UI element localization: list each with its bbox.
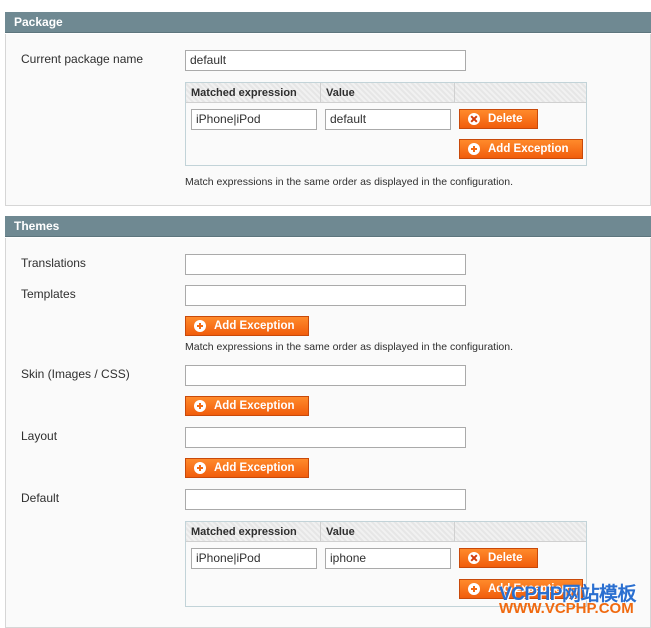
delete-icon: [468, 113, 480, 125]
delete-icon: [468, 552, 480, 564]
layout-label: Layout: [21, 429, 58, 443]
watermark-url: WWW.VCPHP.COM: [499, 600, 634, 617]
add-icon: [468, 583, 480, 595]
package-delete-label: Delete: [488, 113, 523, 125]
themes-section-title: Themes: [14, 219, 60, 233]
add-icon: [194, 400, 206, 412]
templates-label: Templates: [21, 287, 76, 301]
templates-add-exception-button[interactable]: Add Exception: [185, 316, 309, 336]
skin-add-exception-button[interactable]: Add Exception: [185, 396, 309, 416]
default-value-input[interactable]: iphone: [325, 548, 451, 569]
default-expression-input[interactable]: iPhone|iPod: [191, 548, 317, 569]
add-icon: [194, 462, 206, 474]
default-delete-label: Delete: [488, 552, 523, 564]
default-grid-col-expression: Matched expression: [186, 522, 321, 542]
translations-label: Translations: [21, 256, 86, 270]
templates-input[interactable]: [185, 285, 466, 306]
templates-add-exception-label: Add Exception: [214, 320, 295, 332]
add-icon: [194, 320, 206, 332]
add-icon: [468, 143, 480, 155]
package-exception-grid: Matched expression Value iPhone|iPod def…: [185, 82, 587, 166]
skin-input[interactable]: [185, 365, 466, 386]
current-package-input[interactable]: default: [185, 50, 466, 71]
package-grid-col-value: Value: [321, 83, 455, 103]
current-package-label: Current package name: [21, 52, 144, 66]
translations-input[interactable]: [185, 254, 466, 275]
package-value-input[interactable]: default: [325, 109, 451, 130]
package-section-header[interactable]: Package: [5, 12, 651, 33]
package-section-title: Package: [14, 15, 63, 29]
default-input[interactable]: [185, 489, 466, 510]
package-delete-button[interactable]: Delete: [459, 109, 538, 129]
templates-note: Match expressions in the same order as d…: [185, 341, 514, 353]
default-grid-header: Matched expression Value: [186, 522, 586, 542]
default-grid-col-value: Value: [321, 522, 455, 542]
default-label: Default: [21, 491, 60, 505]
skin-add-exception-label: Add Exception: [214, 400, 295, 412]
package-expression-input[interactable]: iPhone|iPod: [191, 109, 317, 130]
package-grid-header: Matched expression Value: [186, 83, 586, 103]
package-add-exception-label: Add Exception: [488, 143, 569, 155]
skin-label: Skin (Images / CSS): [21, 367, 130, 381]
layout-input[interactable]: [185, 427, 466, 448]
package-note: Match expressions in the same order as d…: [185, 176, 514, 188]
default-delete-button[interactable]: Delete: [459, 548, 538, 568]
package-grid-col-expression: Matched expression: [186, 83, 321, 103]
package-add-exception-button[interactable]: Add Exception: [459, 139, 583, 159]
layout-add-exception-button[interactable]: Add Exception: [185, 458, 309, 478]
themes-section-header[interactable]: Themes: [5, 216, 651, 237]
layout-add-exception-label: Add Exception: [214, 462, 295, 474]
